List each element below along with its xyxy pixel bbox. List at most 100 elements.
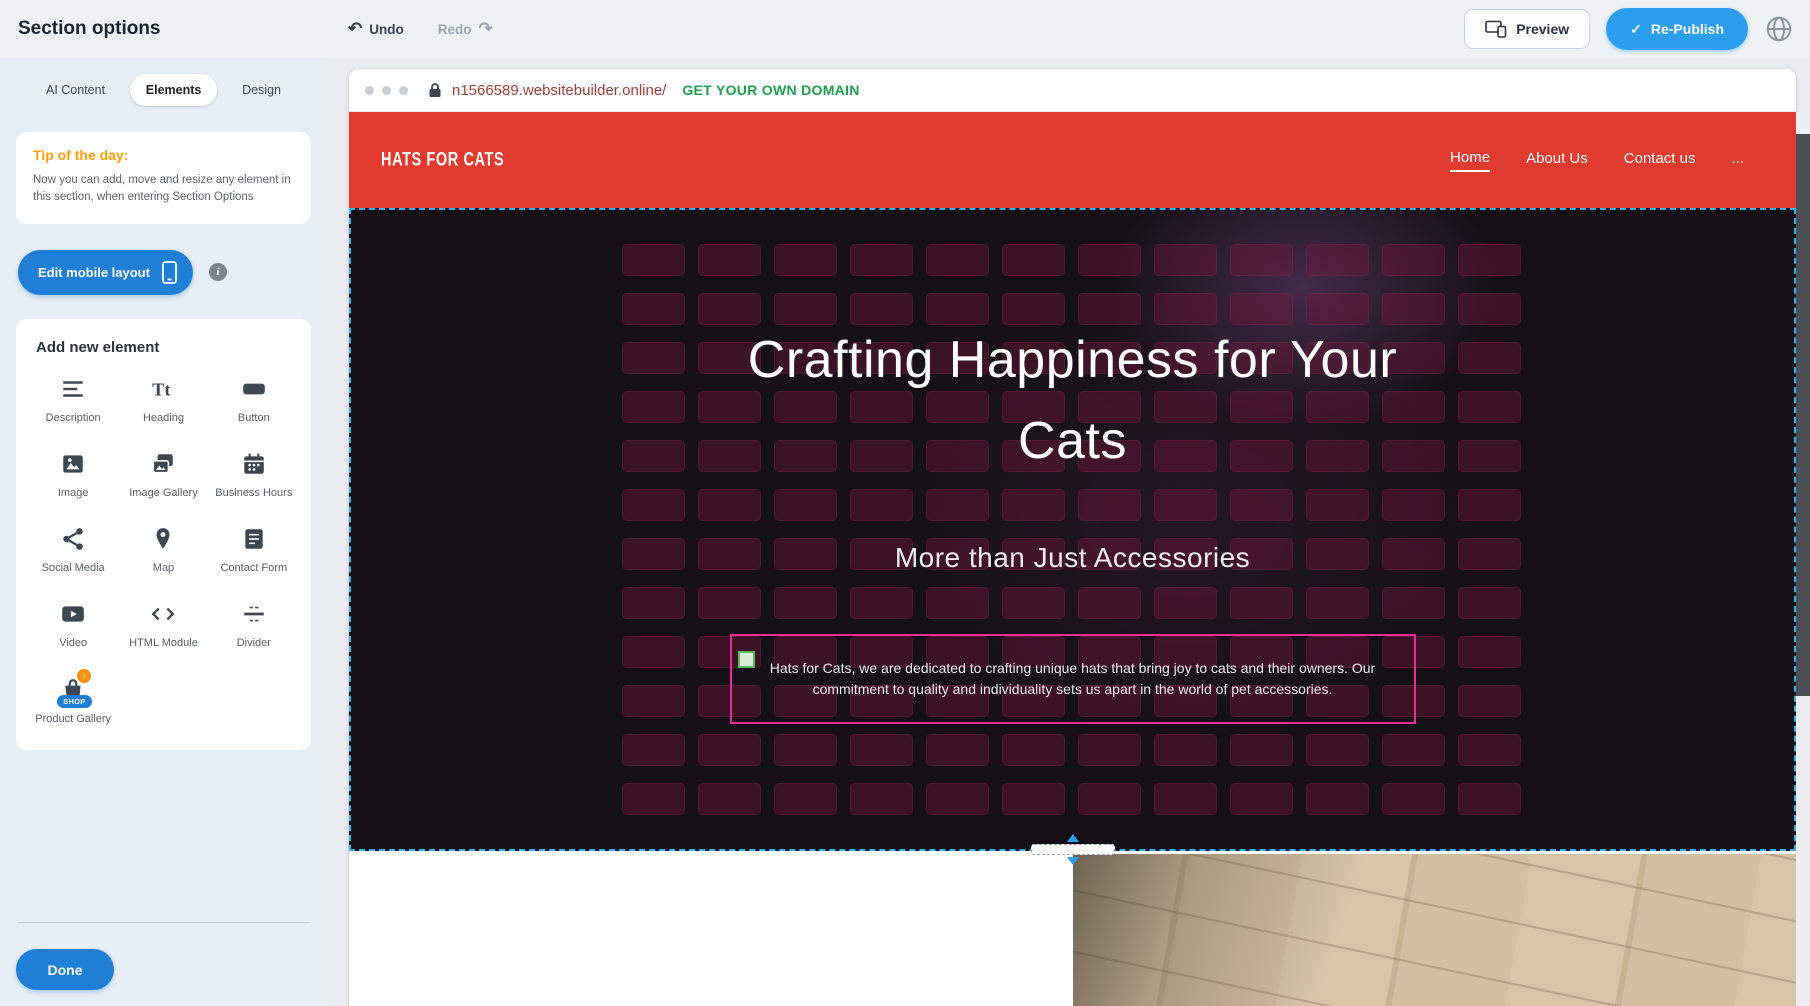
hero-tile (926, 489, 989, 521)
next-section[interactable] (349, 851, 1796, 1006)
hero-tile (1002, 587, 1065, 619)
hero-tile (1306, 783, 1369, 815)
hero-tile (1002, 489, 1065, 521)
edit-mobile-row: Edit mobile layout i (16, 250, 311, 295)
preview-scrollbar[interactable] (1796, 112, 1810, 1006)
element-description[interactable]: Description (29, 376, 117, 425)
hero-tile (1458, 440, 1521, 472)
section-resize-handle[interactable] (1031, 834, 1115, 865)
edit-mobile-layout-button[interactable]: Edit mobile layout (18, 250, 193, 295)
contact-form-icon (210, 526, 298, 554)
hero-tile (698, 783, 761, 815)
sidebar-divider (18, 922, 309, 923)
resize-dotted-handle (1031, 844, 1115, 855)
floor-photo (1073, 854, 1796, 1006)
hero-tile (1002, 783, 1065, 815)
hero-tile (1230, 489, 1293, 521)
preview-button[interactable]: Preview (1464, 9, 1590, 49)
site-logo[interactable]: HATS FOR CATS (381, 149, 504, 171)
hero-tile (1154, 783, 1217, 815)
hero-tile (622, 342, 685, 374)
element-product-gallery[interactable]: SHOP ↑ Product Gallery (29, 677, 117, 726)
hero-tile (698, 587, 761, 619)
hero-tile (622, 587, 685, 619)
nav-about-us[interactable]: About Us (1526, 150, 1588, 171)
hero-tile (1382, 587, 1445, 619)
element-map[interactable]: Map (119, 526, 207, 575)
hero-section-selected[interactable]: Crafting Happiness for Your Cats More th… (349, 208, 1796, 851)
element-business-hours[interactable]: Business Hours (210, 451, 298, 500)
element-html-module[interactable]: HTML Module (119, 601, 207, 650)
hero-tile (926, 587, 989, 619)
preview-area: n1566589.websitebuilder.online/ GET YOUR… (327, 58, 1810, 1006)
hero-tile (622, 244, 685, 276)
upgrade-badge: ↑ (77, 669, 91, 683)
website-canvas: HATS FOR CATS Home About Us Contact us .… (349, 112, 1796, 1006)
hero-tile (1306, 244, 1369, 276)
divider-icon (210, 601, 298, 629)
browser-chrome-bar: n1566589.websitebuilder.online/ GET YOUR… (349, 69, 1796, 112)
heading-icon: Tt (119, 376, 207, 404)
hero-tile (1306, 489, 1369, 521)
republish-button[interactable]: ✓ Re-Publish (1606, 8, 1748, 50)
element-video[interactable]: Video (29, 601, 117, 650)
undo-button[interactable]: ↶ Undo (348, 19, 404, 39)
site-url: n1566589.websitebuilder.online/ (452, 82, 666, 99)
site-header[interactable]: HATS FOR CATS Home About Us Contact us .… (349, 112, 1796, 208)
element-image-gallery[interactable]: Image Gallery (119, 451, 207, 500)
hero-tile (926, 734, 989, 766)
business-hours-icon (210, 451, 298, 479)
nav-contact-us[interactable]: Contact us (1624, 150, 1696, 171)
tab-ai-content[interactable]: AI Content (30, 74, 121, 106)
hero-tile (1458, 783, 1521, 815)
hero-tile (1078, 587, 1141, 619)
tab-elements[interactable]: Elements (130, 74, 218, 106)
element-divider[interactable]: Divider (210, 601, 298, 650)
undo-label: Undo (369, 22, 404, 37)
hero-tile (774, 783, 837, 815)
hero-tile (1458, 734, 1521, 766)
hero-tile (1382, 489, 1445, 521)
hero-tile (698, 734, 761, 766)
website-builder-app: Section options ↶ Undo Redo ↷ Preview (0, 0, 1810, 1006)
social-media-icon (29, 526, 117, 554)
hero-tile (850, 587, 913, 619)
hero-tile (774, 734, 837, 766)
hero-tile (850, 734, 913, 766)
hero-heading[interactable]: Crafting Happiness for Your Cats (733, 320, 1413, 482)
hero-tile (1458, 685, 1521, 717)
nav-home[interactable]: Home (1450, 149, 1490, 172)
hero-tile (1458, 636, 1521, 668)
map-icon (119, 526, 207, 554)
element-button[interactable]: Button (210, 376, 298, 425)
element-heading[interactable]: Tt Heading (119, 376, 207, 425)
button-icon (210, 376, 298, 404)
hero-tile (1078, 783, 1141, 815)
video-icon (29, 601, 117, 629)
resize-arrow-up-icon (1067, 834, 1079, 842)
redo-button[interactable]: Redo ↷ (438, 19, 493, 39)
get-your-own-domain-link[interactable]: GET YOUR OWN DOMAIN (682, 82, 859, 98)
element-social-media[interactable]: Social Media (29, 526, 117, 575)
image-gallery-icon (119, 451, 207, 479)
hero-tile (1458, 342, 1521, 374)
hero-tile (1002, 734, 1065, 766)
nav-more[interactable]: ... (1731, 150, 1744, 171)
element-contact-form[interactable]: Contact Form (210, 526, 298, 575)
tab-design[interactable]: Design (226, 74, 297, 106)
hero-tile (1458, 587, 1521, 619)
done-button[interactable]: Done (16, 949, 114, 990)
hero-subheading[interactable]: More than Just Accessories (351, 542, 1794, 574)
element-drag-handle[interactable] (738, 651, 755, 668)
section-options-panel: AI Content Elements Design Tip of the da… (0, 58, 327, 1006)
description-icon (29, 376, 117, 404)
topbar: Section options ↶ Undo Redo ↷ Preview (0, 0, 1810, 58)
scrollbar-thumb[interactable] (1796, 134, 1810, 696)
hero-tile (622, 685, 685, 717)
hero-tile (1230, 244, 1293, 276)
language-globe-button[interactable] (1764, 14, 1794, 44)
info-icon[interactable]: i (209, 263, 227, 281)
phone-icon (162, 261, 177, 284)
element-image[interactable]: Image (29, 451, 117, 500)
hero-paragraph-selected[interactable]: Hats for Cats, we are dedicated to craft… (730, 634, 1416, 724)
